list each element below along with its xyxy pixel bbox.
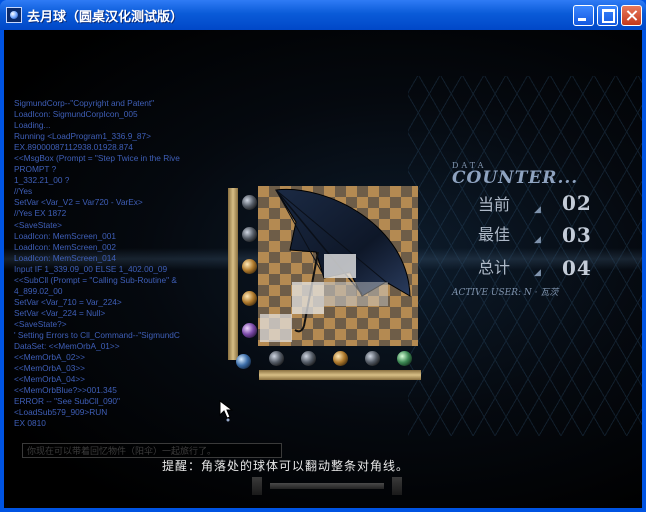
memory-orb-icon[interactable] <box>301 351 316 366</box>
counter-label-current: 当前 <box>478 195 511 214</box>
tip-text: 提醒：角落处的球体可以翻动整条对角线。 <box>162 459 410 473</box>
memory-orb-icon[interactable] <box>242 291 257 306</box>
window-title: 去月球（圆桌汉化测试版） <box>27 10 184 25</box>
console-line: <<SubCll (Prompt = "Calling Sub-Routine"… <box>14 274 177 285</box>
memory-orb-icon[interactable] <box>242 323 257 338</box>
active-user-label: ACTIVE USER: N · 瓦茨 <box>452 288 559 298</box>
console-line: SetVar <Var_224 = Null> <box>14 307 106 318</box>
counter-value-total: 04 <box>562 256 592 280</box>
console-line: <LoadSub579_909>RUN <box>14 407 108 418</box>
console-line: <<MemOrbBlue?>>001.345 <box>14 385 117 396</box>
counter-arrow-icon: ◢ <box>534 235 541 245</box>
bottom-bar-track <box>270 483 384 489</box>
console-line: SetVar <Var_710 = Var_224> <box>14 296 122 307</box>
close-button[interactable] <box>621 5 642 26</box>
console-line: EX 0810 <box>14 418 46 429</box>
console-line: <<MemOrbA_04>> <box>14 374 86 385</box>
counter-label-total: 总计 <box>478 258 511 277</box>
umbrella-image <box>260 188 411 342</box>
console-line: SetVar <Var_V2 = Var720 - VarEx> <box>14 197 143 208</box>
bottom-bar-right-cap <box>392 477 402 495</box>
bottom-bar-left-cap <box>252 477 262 495</box>
console-line: Loading... <box>14 120 51 131</box>
memory-orb-icon[interactable] <box>365 351 380 366</box>
counter-arrow-icon: ◢ <box>534 268 541 278</box>
console-line: LoadIcon: SigmundCorpIcon_005 <box>14 109 138 120</box>
counter-value-best: 03 <box>562 223 592 247</box>
console-line: DataSet: <<MemOrbA_01>> <box>14 341 120 352</box>
console-line: LoadIcon: MemScreen_002 <box>14 241 116 252</box>
console-line: PROMPT ? <box>14 164 57 175</box>
memory-orb-icon[interactable] <box>269 351 284 366</box>
memory-orb-icon[interactable] <box>242 227 257 242</box>
console-line: 4_899.02_00 <box>14 285 63 296</box>
game-canvas[interactable]: SigmundCorp--"Copyright and Patent" LoadI… <box>4 30 642 508</box>
memory-orb-icon[interactable] <box>242 195 257 210</box>
app-icon <box>6 7 22 23</box>
console-line: EX.89000087112938.01928.874 <box>14 142 133 153</box>
console-line: Input IF 1_339.09_00 ELSE 1_402.00_09 <box>14 263 168 274</box>
memory-orb-icon[interactable] <box>236 354 251 369</box>
memory-orb-icon[interactable] <box>242 259 257 274</box>
puzzle-board[interactable] <box>258 186 418 346</box>
bottom-control-bar[interactable] <box>252 477 402 495</box>
console-log: SigmundCorp--"Copyright and Patent" LoadI… <box>14 98 224 438</box>
console-line: LoadIcon: MemScreen_001 <box>14 230 116 241</box>
game-window: 去月球（圆桌汉化测试版） SigmundCorp--"Copyright and… <box>0 0 646 512</box>
console-line: <SaveState> <box>14 219 62 230</box>
hint-message-box: 你现在可以带着回忆物件（阳伞）一起旅行了。 <box>22 443 282 458</box>
console-line: Running <LoadProgram1_336.9_87> <box>14 131 152 142</box>
puzzle-left-rail <box>228 188 238 360</box>
console-line: <<MsgBox (Prompt = "Step Twice in the Ri… <box>14 153 180 164</box>
title-bar[interactable]: 去月球（圆桌汉化测试版） <box>0 0 646 30</box>
console-line: //Yes EX 1872 <box>14 208 67 219</box>
memory-orb-icon[interactable] <box>333 351 348 366</box>
console-line: ERROR -- "See SubCll_090" <box>14 396 120 407</box>
console-line: ' Setting Errors to Cll_Command--"Sigmun… <box>14 329 180 340</box>
counter-label-best: 最佳 <box>478 225 511 244</box>
puzzle-bottom-rail <box>259 370 421 380</box>
counter-value-current: 02 <box>562 191 592 215</box>
counter-arrow-icon: ◢ <box>534 205 541 215</box>
console-line: <<MemOrbA_03>> <box>14 363 86 374</box>
console-line: //Yes <box>14 186 33 197</box>
console-line: 1_332.21_00 ? <box>14 175 70 186</box>
hint-message: 你现在可以带着回忆物件（阳伞）一起旅行了。 <box>27 447 217 457</box>
memory-orb-icon[interactable] <box>397 351 412 366</box>
counter-title: COUNTER... <box>452 168 579 188</box>
maximize-button[interactable] <box>597 5 618 26</box>
console-line: SigmundCorp--"Copyright and Patent" <box>14 98 155 108</box>
mouse-cursor-icon <box>219 400 234 422</box>
console-line: LoadIcon: MemScreen_014 <box>14 252 116 263</box>
hex-pattern-background <box>408 76 642 436</box>
minimize-button[interactable] <box>573 5 594 26</box>
console-line: <SaveState?> <box>14 318 67 329</box>
console-line: <<MemOrbA_02>> <box>14 352 86 363</box>
